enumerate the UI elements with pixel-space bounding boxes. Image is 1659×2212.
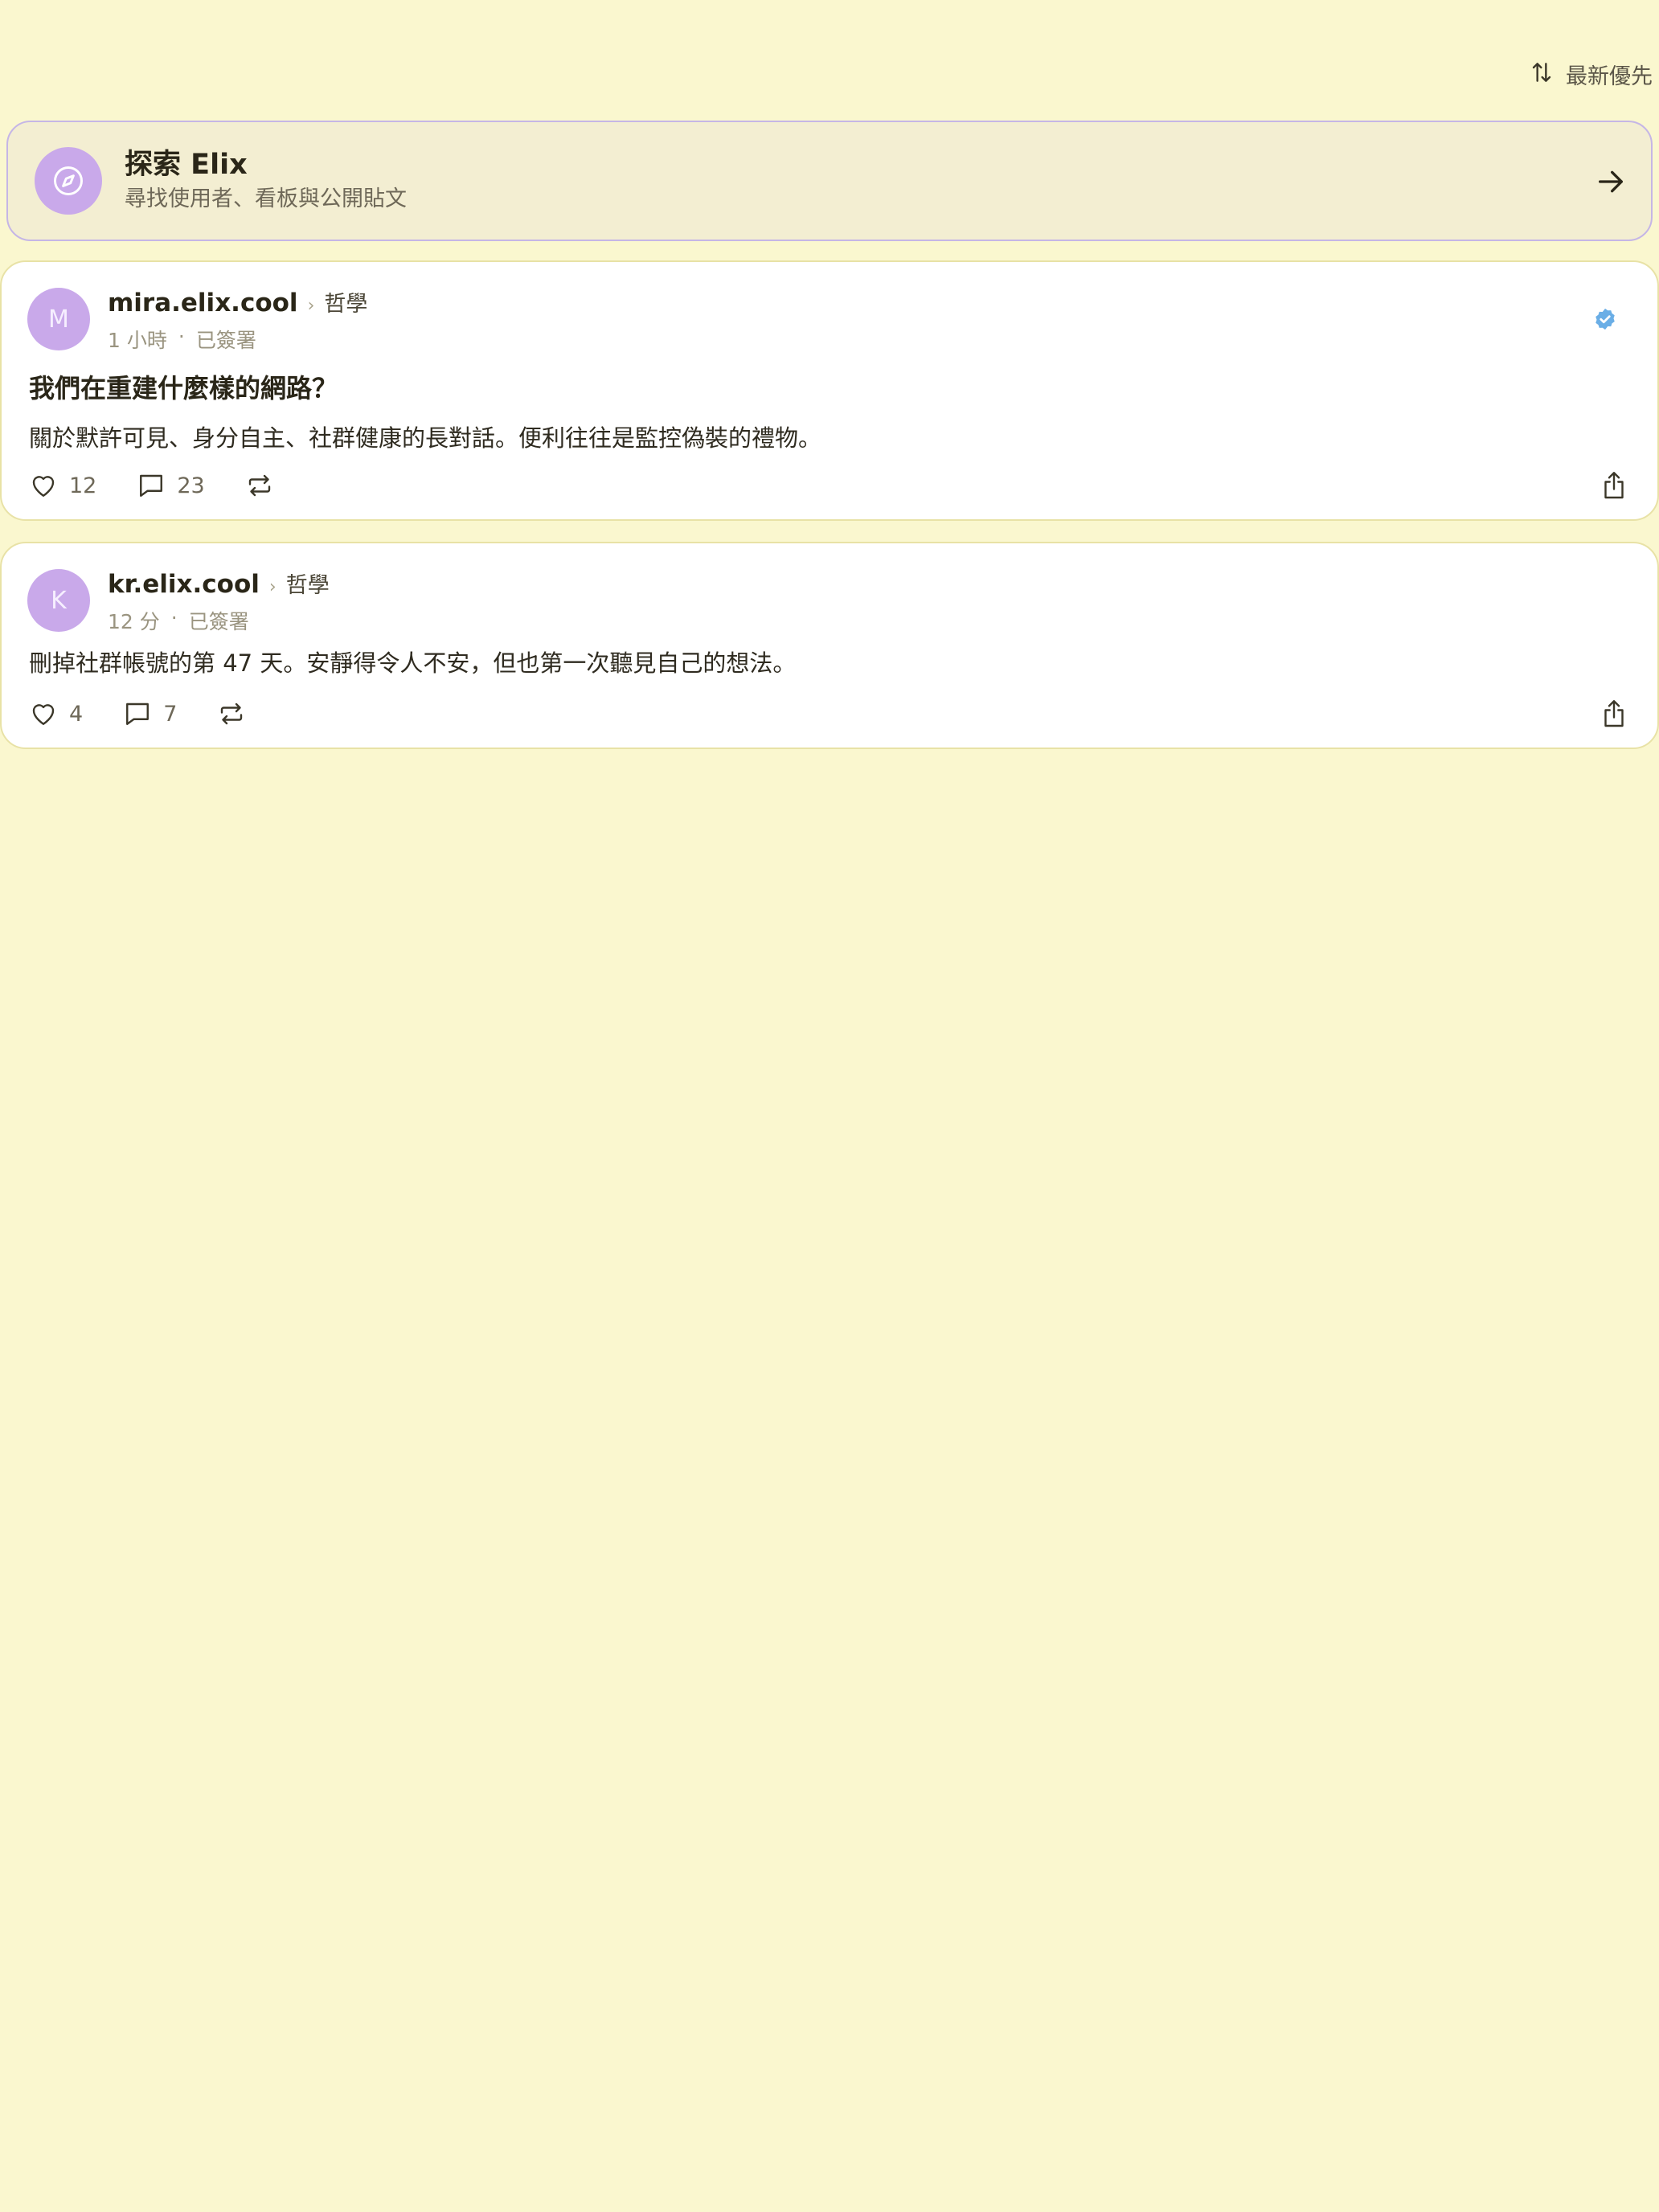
- post-time: 12 分: [108, 610, 160, 633]
- chevron-right-icon: ›: [307, 296, 315, 316]
- author-line: mira.elix.cool › 哲學: [108, 286, 367, 317]
- comment-count: 7: [163, 701, 178, 727]
- sort-label: 最新優先: [1566, 63, 1653, 89]
- post-time: 1 小時: [108, 329, 167, 352]
- repost-icon: [248, 474, 270, 497]
- avatar[interactable]: K: [27, 569, 90, 632]
- explore-subtitle: 尋找使用者、看板與公開貼文: [125, 186, 407, 211]
- comment-icon: [126, 703, 150, 725]
- post-meta: 12 分 · 已簽署: [108, 606, 249, 635]
- comment-count: 23: [177, 473, 205, 498]
- like-button[interactable]: 12: [29, 471, 96, 500]
- repost-button[interactable]: [245, 471, 274, 500]
- top-bar: 最新優先: [0, 0, 1659, 121]
- comment-icon: [140, 474, 163, 497]
- post-title[interactable]: 我們在重建什麼樣的網路？: [29, 368, 338, 405]
- post-card[interactable]: M mira.elix.cool › 哲學 1 小時 · 已簽署 我們在重建什麼…: [0, 260, 1659, 521]
- signed-status: 已簽署: [195, 329, 256, 352]
- repost-button[interactable]: [217, 699, 246, 728]
- post-body[interactable]: 刪掉社群帳號的第 47 天。安靜得令人不安，但也第一次聽見自己的想法。: [29, 645, 796, 678]
- meta-separator: ·: [178, 325, 185, 348]
- chevron-right-icon: ›: [268, 577, 276, 597]
- post-actions: 4 7: [29, 696, 286, 731]
- board-name[interactable]: 哲學: [286, 567, 330, 599]
- like-button[interactable]: 4: [29, 699, 83, 728]
- post-card[interactable]: K kr.elix.cool › 哲學 12 分 · 已簽署 刪掉社群帳號的第 …: [0, 542, 1659, 749]
- explore-text: 探索 Elix 尋找使用者、看板與公開貼文: [125, 146, 407, 215]
- board-name[interactable]: 哲學: [324, 286, 367, 317]
- post-actions: 12 23: [29, 468, 314, 503]
- author-name[interactable]: mira.elix.cool: [108, 289, 298, 317]
- avatar[interactable]: M: [27, 288, 90, 350]
- post-meta: 1 小時 · 已簽署: [108, 325, 256, 354]
- verified-badge-icon: [1596, 308, 1615, 330]
- sort-arrows-icon: [1529, 59, 1555, 88]
- repost-icon: [221, 703, 243, 725]
- explore-card[interactable]: 探索 Elix 尋找使用者、看板與公開貼文: [6, 121, 1653, 241]
- author-name[interactable]: kr.elix.cool: [108, 570, 260, 599]
- compass-icon: [35, 147, 102, 215]
- comment-button[interactable]: 7: [123, 699, 177, 728]
- meta-separator: ·: [170, 606, 178, 629]
- heart-icon: [32, 704, 55, 725]
- signed-status: 已簽署: [188, 610, 249, 633]
- arrow-right-icon: [1599, 170, 1623, 193]
- like-count: 4: [69, 701, 84, 727]
- author-line: kr.elix.cool › 哲學: [108, 567, 330, 599]
- sort-button[interactable]: 最新優先: [1529, 55, 1653, 93]
- explore-title: 探索 Elix: [125, 149, 248, 181]
- like-count: 12: [69, 473, 97, 498]
- heart-icon: [32, 476, 55, 497]
- share-icon[interactable]: [1600, 469, 1628, 502]
- share-icon[interactable]: [1600, 698, 1628, 730]
- comment-button[interactable]: 23: [137, 471, 205, 500]
- post-body[interactable]: 關於默許可見、身分自主、社群健康的長對話。便利往往是監控偽裝的禮物。: [29, 420, 821, 453]
